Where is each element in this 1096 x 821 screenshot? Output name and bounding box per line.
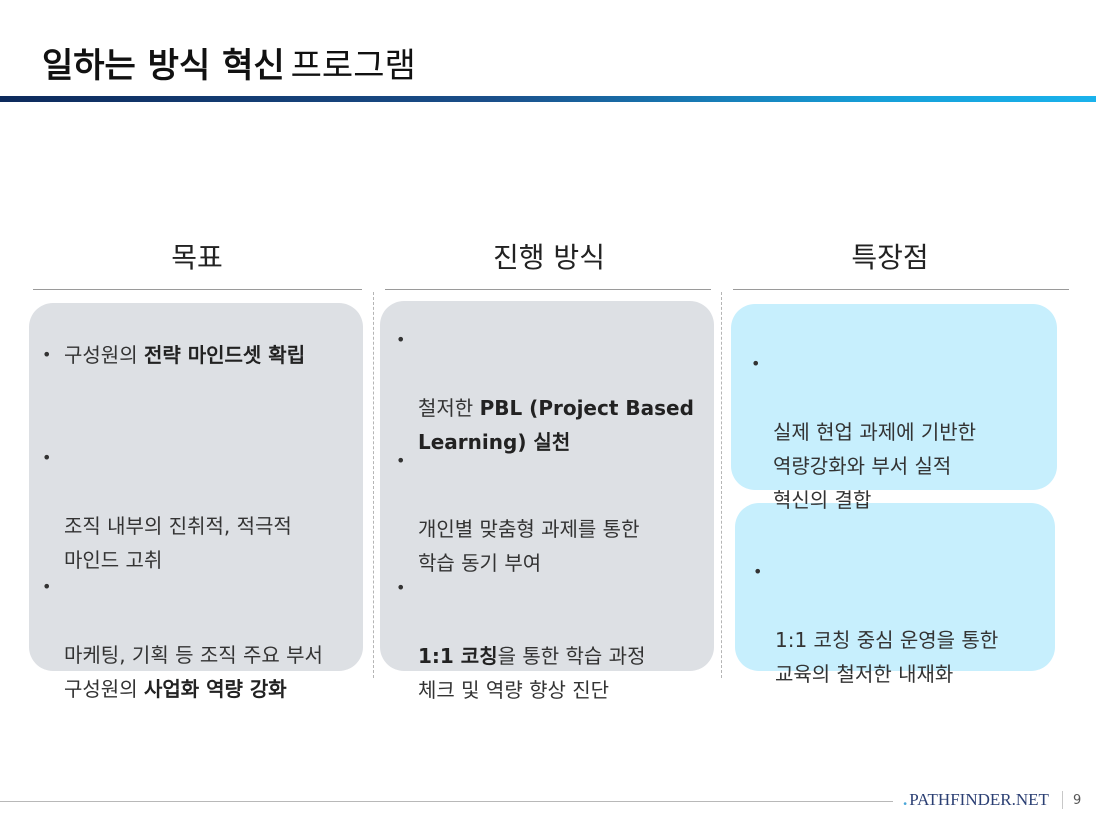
bullet-dot: • <box>42 448 52 467</box>
slide-title-light: 프로그램 <box>290 46 416 86</box>
footer-separator <box>1062 791 1063 809</box>
bullet-dot: • <box>753 562 763 581</box>
column-separator <box>721 292 722 678</box>
bullet-dot: • <box>396 330 406 349</box>
footer-divider <box>0 801 893 802</box>
list-item: • 구성원의 전략 마인드셋 확립 <box>42 338 352 372</box>
column-divider-feature <box>733 289 1069 290</box>
bullet-dot: • <box>396 578 406 597</box>
slide-title: 일하는 방식 혁신 프로그램 <box>42 38 416 87</box>
bullet-dot: • <box>42 345 52 364</box>
column-divider-method <box>385 289 711 290</box>
bullet-dot: • <box>751 354 761 373</box>
column-header-method: 진행 방식 <box>493 241 605 274</box>
list-item: • 1:1 코칭 중심 운영을 통한 교육의 철저한 내재화 <box>753 555 1053 725</box>
column-header-goal: 목표 <box>171 241 223 274</box>
brand-logo-text: PATHFINDER.NET <box>909 790 1049 809</box>
slide-title-bold: 일하는 방식 혁신 <box>42 46 285 86</box>
bullet-dot: • <box>42 577 52 596</box>
title-underline-bar <box>0 96 1096 102</box>
brand-logo: . PATHFINDER.NET <box>903 790 1049 809</box>
column-header-feature: 특장점 <box>851 241 929 274</box>
page-number: 9 <box>1073 793 1082 808</box>
list-item: • 1:1 코칭을 통한 학습 과정 체크 및 역량 향상 진단 <box>396 571 706 741</box>
column-separator <box>373 292 374 678</box>
bullet-dot: • <box>396 451 406 470</box>
list-item: • 실제 현업 과제에 기반한 역량강화와 부서 실적 혁신의 결합 <box>751 347 1051 551</box>
list-item: • 마케팅, 기획 등 조직 주요 부서 구성원의 사업화 역량 강화 <box>42 570 362 740</box>
column-divider-goal <box>33 289 362 290</box>
